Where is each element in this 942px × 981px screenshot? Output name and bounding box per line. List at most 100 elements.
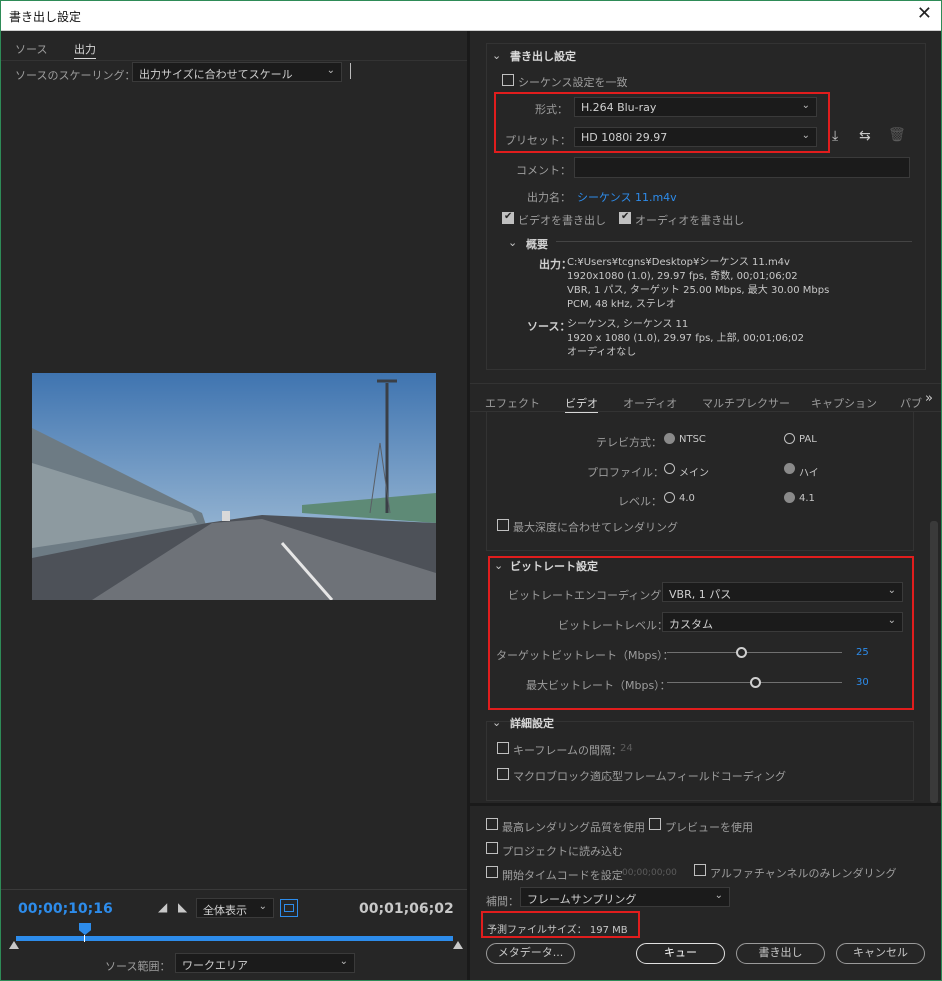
keyframe-value[interactable]: 24 [620, 743, 633, 754]
bitrate-header: ビットレート設定 [510, 560, 598, 573]
level-41-radio[interactable] [784, 492, 795, 503]
summary-output-block: C:¥Users¥tcgns¥Desktop¥シーケンス 11.m4v 1920… [567, 256, 829, 312]
settings-scrollbar[interactable] [930, 521, 938, 803]
bitrate-encoding-dropdown[interactable]: VBR, 1 パス ⌄ [662, 582, 903, 602]
summary-output-line: C:¥Users¥tcgns¥Desktop¥シーケンス 11.m4v [567, 257, 790, 268]
alpha-only-checkbox[interactable] [694, 864, 706, 876]
start-timecode-label: 開始タイムコードを設定 [502, 869, 623, 882]
timeline-bar[interactable] [16, 936, 453, 941]
divider [1, 889, 467, 890]
output-name-link[interactable]: シーケンス 11.m4v [577, 189, 677, 205]
tab-effects[interactable]: エフェクト [485, 395, 540, 411]
macroblock-checkbox[interactable] [497, 768, 509, 780]
profile-label: プロファイル： [587, 466, 664, 479]
tab-source[interactable]: ソース [15, 41, 47, 57]
chevron-down-icon[interactable]: ⌄ [508, 236, 517, 249]
chevron-down-icon: ⌄ [258, 901, 267, 912]
metadata-button[interactable]: メタデータ... [486, 943, 575, 964]
export-video-checkbox[interactable] [502, 211, 514, 224]
target-bitrate-track[interactable] [667, 652, 842, 653]
comment-input[interactable] [574, 157, 910, 178]
source-range-label: ソース範囲： [105, 960, 171, 973]
divider [470, 383, 941, 384]
comment-label: コメント： [516, 164, 571, 177]
profile-high-radio[interactable] [784, 463, 795, 474]
level-40-label: 4.0 [679, 493, 695, 504]
level-40-radio[interactable] [664, 492, 675, 503]
chevron-down-icon[interactable]: ⌄ [494, 559, 503, 572]
export-audio-label: オーディオを書き出し [635, 214, 745, 227]
max-render-checkbox[interactable] [486, 818, 498, 830]
use-preview-checkbox[interactable] [649, 818, 661, 830]
save-preset-icon[interactable]: ⤓ [832, 128, 838, 144]
scaling-value: 出力サイズに合わせてスケール [139, 68, 293, 81]
chevron-down-icon[interactable]: ⌄ [492, 49, 501, 62]
max-depth-checkbox[interactable] [497, 519, 509, 531]
zoom-value: 全体表示 [203, 904, 247, 917]
export-video-label: ビデオを書き出し [518, 214, 606, 227]
summary-output-line: VBR, 1 パス, ターゲット 25.00 Mbps, 最大 30.00 Mb… [567, 285, 830, 296]
target-bitrate-slider[interactable] [735, 647, 747, 658]
interpolation-dropdown[interactable]: フレームサンプリング ⌄ [520, 887, 730, 907]
bitrate-level-dropdown[interactable]: カスタム ⌄ [662, 612, 903, 632]
more-tabs-icon[interactable]: » [925, 391, 933, 406]
pal-radio[interactable] [784, 433, 795, 444]
interpolation-label: 補間： [486, 895, 519, 908]
prev-marker-icon[interactable]: ◢ [158, 900, 167, 914]
tab-multiplexer[interactable]: マルチプレクサー [702, 395, 790, 411]
import-preset-icon[interactable]: ⇆ [859, 128, 871, 144]
preset-dropdown[interactable]: HD 1080i 29.97 ⌄ [574, 127, 817, 147]
next-marker-icon[interactable]: ◣ [178, 900, 187, 914]
close-icon[interactable]: ✕ [917, 4, 932, 24]
summary-output-line: 1920x1080 (1.0), 29.97 fps, 奇数, 00;01;06… [567, 271, 798, 282]
chevron-down-icon[interactable]: ⌄ [492, 716, 501, 729]
summary-source-label: ソース： [527, 320, 571, 333]
source-range-dropdown[interactable]: ワークエリア ⌄ [175, 953, 355, 973]
tab-output[interactable]: 出力 [74, 41, 96, 59]
title-bar: 書き出し設定 ✕ [0, 0, 942, 31]
interpolation-value: フレームサンプリング [527, 893, 637, 906]
in-point-icon[interactable] [9, 941, 19, 949]
tab-publish[interactable]: パブ [900, 395, 922, 411]
match-sequence-checkbox[interactable] [502, 74, 514, 86]
chevron-down-icon: ⌄ [339, 956, 348, 967]
chevron-down-icon: ⌄ [801, 130, 810, 141]
export-audio-checkbox[interactable] [619, 211, 631, 224]
chevron-down-icon: ⌄ [801, 100, 810, 111]
start-timecode-value[interactable]: 00;00;00;00 [622, 868, 677, 878]
start-timecode-checkbox[interactable] [486, 866, 498, 878]
profile-main-radio[interactable] [664, 463, 675, 474]
import-project-checkbox[interactable] [486, 842, 498, 854]
bitrate-encoding-value: VBR, 1 パス [669, 588, 732, 601]
preset-value: HD 1080i 29.97 [581, 131, 668, 144]
zoom-dropdown[interactable]: 全体表示 ⌄ [196, 898, 274, 918]
settings-pane: ⌄ 書き出し設定 シーケンス設定を一致 形式： H.264 Blu-ray ⌄ … [470, 31, 941, 981]
fit-frame-icon[interactable] [280, 899, 298, 917]
tab-audio[interactable]: オーディオ [623, 395, 677, 411]
end-timecode: 00;01;06;02 [359, 901, 454, 917]
video-preview [32, 373, 436, 600]
match-sequence-label: シーケンス設定を一致 [518, 76, 628, 89]
scaling-dropdown[interactable]: 出力サイズに合わせてスケール ⌄ [132, 62, 342, 82]
queue-button[interactable]: キュー [636, 943, 725, 964]
max-bitrate-value[interactable]: 30 [856, 677, 869, 688]
target-bitrate-label: ターゲットビットレート（Mbps）： [496, 649, 674, 662]
advanced-group [486, 721, 914, 801]
format-dropdown[interactable]: H.264 Blu-ray ⌄ [574, 97, 817, 117]
current-timecode[interactable]: 00;00;10;16 [18, 901, 113, 917]
source-output-pane: ソース 出力 ソースのスケーリング： 出力サイズに合わせてスケール ⌄ 00;0… [1, 31, 467, 981]
import-project-label: プロジェクトに読み込む [502, 845, 623, 858]
tab-captions[interactable]: キャプション [811, 395, 877, 411]
playhead-icon[interactable] [79, 923, 91, 935]
delete-preset-icon[interactable]: 🗑 [888, 127, 906, 143]
chevron-down-icon: ⌄ [887, 585, 896, 596]
cancel-button[interactable]: キャンセル [836, 943, 925, 964]
summary-source-line: シーケンス, シーケンス 11 [567, 319, 689, 330]
out-point-icon[interactable] [453, 941, 463, 949]
keyframe-checkbox[interactable] [497, 742, 509, 754]
chevron-down-icon: ⌄ [326, 65, 335, 76]
target-bitrate-value[interactable]: 25 [856, 647, 869, 658]
export-button[interactable]: 書き出し [736, 943, 825, 964]
ntsc-radio[interactable] [664, 433, 675, 444]
max-bitrate-slider[interactable] [749, 677, 761, 688]
